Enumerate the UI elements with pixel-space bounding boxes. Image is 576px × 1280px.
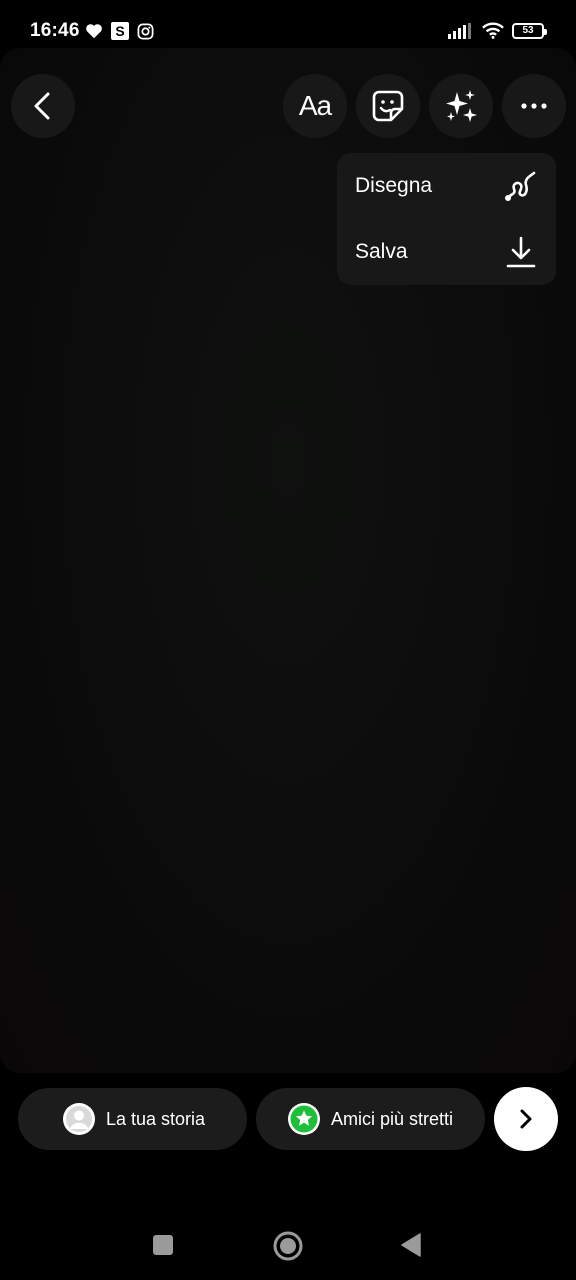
story-editor-screen: 16:46 S 53 Aa Disegna Salva La tua stori… <box>0 0 576 1280</box>
sticker-button[interactable] <box>356 74 420 138</box>
chevron-right-icon <box>520 1109 532 1129</box>
more-options-menu: Disegna Salva <box>337 153 556 285</box>
recents-square-icon <box>153 1235 173 1255</box>
menu-item-label: Disegna <box>355 174 433 197</box>
back-triangle-icon <box>401 1233 421 1257</box>
wifi-icon <box>482 22 504 39</box>
close-friends-label: Amici più stretti <box>331 1108 454 1129</box>
system-back-button[interactable] <box>396 1230 426 1260</box>
status-time: 16:46 <box>30 20 80 41</box>
battery-icon: 53 <box>512 22 547 39</box>
status-bar: 16:46 S 53 <box>0 0 576 48</box>
heart-icon <box>86 24 102 39</box>
text-tool-label: Aa <box>298 90 332 121</box>
system-navigation-bar <box>0 1205 576 1280</box>
recents-button[interactable] <box>148 1230 178 1260</box>
draw-squiggle-icon <box>505 171 536 201</box>
effects-button[interactable] <box>429 74 493 138</box>
next-button[interactable] <box>494 1087 558 1151</box>
avatar <box>63 1103 95 1135</box>
chevron-left-icon <box>34 92 50 120</box>
more-horizontal-icon <box>521 103 547 109</box>
your-story-label: La tua storia <box>106 1108 206 1129</box>
text-tool-button[interactable]: Aa <box>283 74 347 138</box>
battery-level: 53 <box>522 24 534 36</box>
close-friends-button[interactable]: Amici più stretti <box>256 1088 485 1150</box>
sticker-icon <box>372 90 404 122</box>
home-button[interactable] <box>270 1228 306 1264</box>
status-system-icons: 53 <box>448 22 547 39</box>
your-story-button[interactable]: La tua storia <box>18 1088 247 1150</box>
menu-item-label: Salva <box>355 240 408 263</box>
menu-item-draw[interactable]: Disegna <box>337 153 556 219</box>
close-friends-star-icon <box>288 1103 320 1135</box>
menu-item-save[interactable]: Salva <box>337 219 556 285</box>
back-button[interactable] <box>11 74 75 138</box>
more-options-button[interactable] <box>502 74 566 138</box>
download-icon <box>506 236 536 268</box>
signal-icon <box>448 22 471 39</box>
status-notification-icons: S <box>85 22 154 40</box>
s-app-icon: S <box>111 22 129 40</box>
home-circle-icon <box>273 1231 303 1261</box>
sparkles-icon <box>446 90 477 122</box>
instagram-icon <box>137 23 154 39</box>
